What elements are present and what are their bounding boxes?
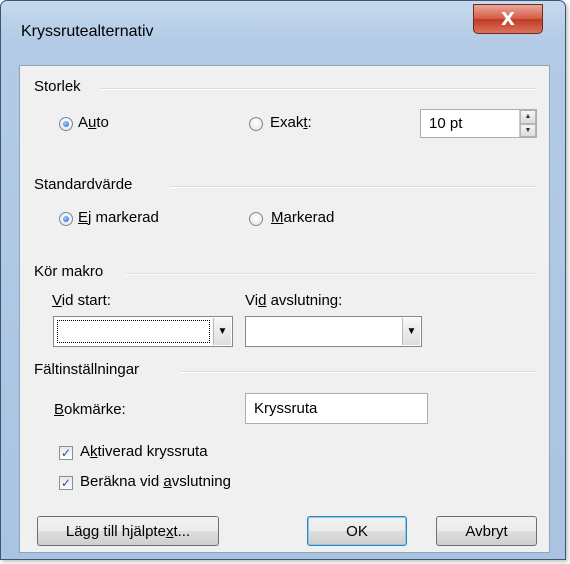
- exact-label[interactable]: Exakt:: [270, 114, 312, 131]
- exact-radio[interactable]: [249, 117, 263, 131]
- cancel-label: Avbryt: [465, 522, 508, 540]
- add-help-text-label: Lägg till hjälptext...: [65, 522, 191, 540]
- enabled-checkbox[interactable]: ✓: [59, 446, 73, 460]
- enabled-label[interactable]: Aktiverad kryssruta: [80, 443, 208, 460]
- close-button[interactable]: X: [473, 4, 543, 34]
- close-icon: X: [501, 8, 515, 30]
- title-bar[interactable]: Kryssrutealternativ X: [1, 1, 565, 67]
- dialog-window: Kryssrutealternativ X Storlek Auto Exakt…: [0, 0, 566, 560]
- on-exit-dropdown[interactable]: ▼: [245, 316, 422, 347]
- spin-up-icon[interactable]: ▲: [520, 110, 536, 124]
- macro-group-separator: [125, 273, 537, 275]
- size-group-label: Storlek: [34, 78, 81, 95]
- default-group-separator: [170, 186, 537, 188]
- exact-size-value: 10 pt: [429, 115, 463, 132]
- not-checked-label[interactable]: Ej markerad: [78, 209, 159, 226]
- window-title: Kryssrutealternativ: [21, 23, 154, 40]
- default-group-label: Standardvärde: [34, 176, 133, 193]
- spin-down-icon[interactable]: ▼: [520, 123, 536, 137]
- checked-radio[interactable]: [249, 212, 263, 226]
- on-entry-dropdown[interactable]: ▼: [53, 316, 233, 347]
- on-entry-label: Vid start:: [52, 292, 111, 309]
- field-group-label: Fältinställningar: [34, 361, 140, 378]
- chevron-down-icon[interactable]: ▼: [402, 318, 420, 345]
- size-group-separator: [99, 88, 537, 90]
- auto-radio[interactable]: [59, 117, 73, 131]
- chevron-down-icon[interactable]: ▼: [213, 318, 231, 345]
- add-help-text-button[interactable]: Lägg till hjälptext...: [37, 516, 219, 546]
- bookmark-label: Bokmärke:: [54, 401, 126, 418]
- focus-rectangle: [57, 320, 210, 343]
- size-spinner[interactable]: ▲ ▼: [519, 110, 536, 137]
- on-exit-label: Vid avslutning:: [245, 292, 343, 309]
- checked-label[interactable]: Markerad: [271, 209, 334, 226]
- cancel-button[interactable]: Avbryt: [436, 516, 537, 546]
- calc-on-exit-label[interactable]: Beräkna vid avslutning: [80, 473, 231, 490]
- dialog-client-area: Storlek Auto Exakt: 10 pt ▲ ▼ Standardvä…: [19, 65, 550, 553]
- check-icon: ✓: [60, 446, 72, 460]
- not-checked-radio[interactable]: [59, 212, 73, 226]
- bookmark-input[interactable]: Kryssruta: [245, 393, 428, 424]
- check-icon: ✓: [60, 476, 72, 490]
- ok-button[interactable]: OK: [307, 516, 407, 546]
- calc-on-exit-checkbox[interactable]: ✓: [59, 476, 73, 490]
- bookmark-value: Kryssruta: [254, 400, 318, 417]
- field-group-separator: [179, 371, 537, 373]
- auto-label[interactable]: Auto: [78, 114, 109, 131]
- macro-group-label: Kör makro: [34, 263, 104, 280]
- ok-label: OK: [346, 522, 368, 540]
